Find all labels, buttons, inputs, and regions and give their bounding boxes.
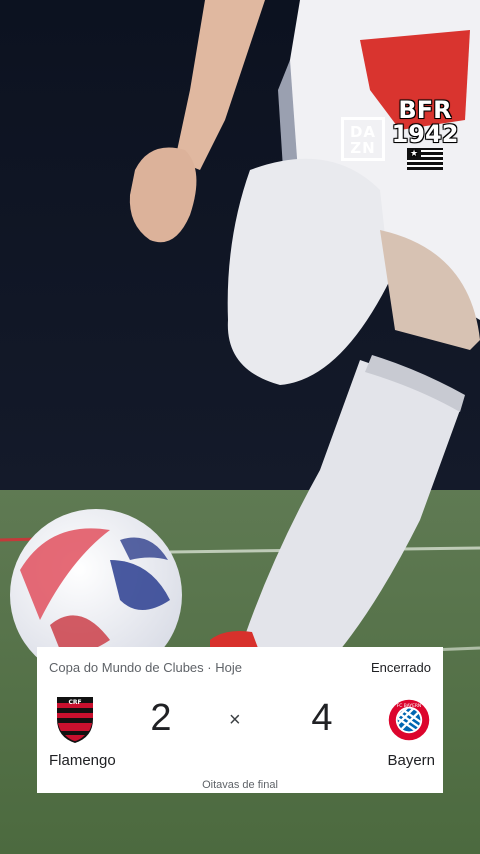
match-score-card[interactable]: Copa do Mundo de Clubes · Hoje Encerrado… (37, 647, 443, 793)
score-separator: × (229, 709, 241, 731)
match-status: Encerrado (371, 660, 431, 675)
competition-label: Copa do Mundo de Clubes · Hoje (49, 660, 242, 675)
bfr-line2: 1942 (391, 120, 459, 148)
home-score: 2 (150, 697, 172, 739)
bayern-crest-icon[interactable]: FC BAYERN (387, 695, 431, 745)
flamengo-crest-icon[interactable]: CRF (53, 695, 97, 745)
away-score: 4 (311, 697, 333, 739)
svg-text:CRF: CRF (68, 699, 81, 706)
bfr-watermark: BFR 1942 ★ (388, 98, 462, 170)
away-team-name[interactable]: Bayern (387, 752, 435, 769)
svg-text:★: ★ (410, 149, 418, 159)
round-label: Oitavas de final (202, 779, 278, 791)
svg-text:FC BAYERN: FC BAYERN (397, 703, 421, 709)
flag-icon: ★ (407, 148, 443, 170)
home-team-name[interactable]: Flamengo (49, 752, 116, 769)
dazn-logo: DA ZN (341, 117, 385, 161)
bfr-line1: BFR (398, 96, 452, 124)
